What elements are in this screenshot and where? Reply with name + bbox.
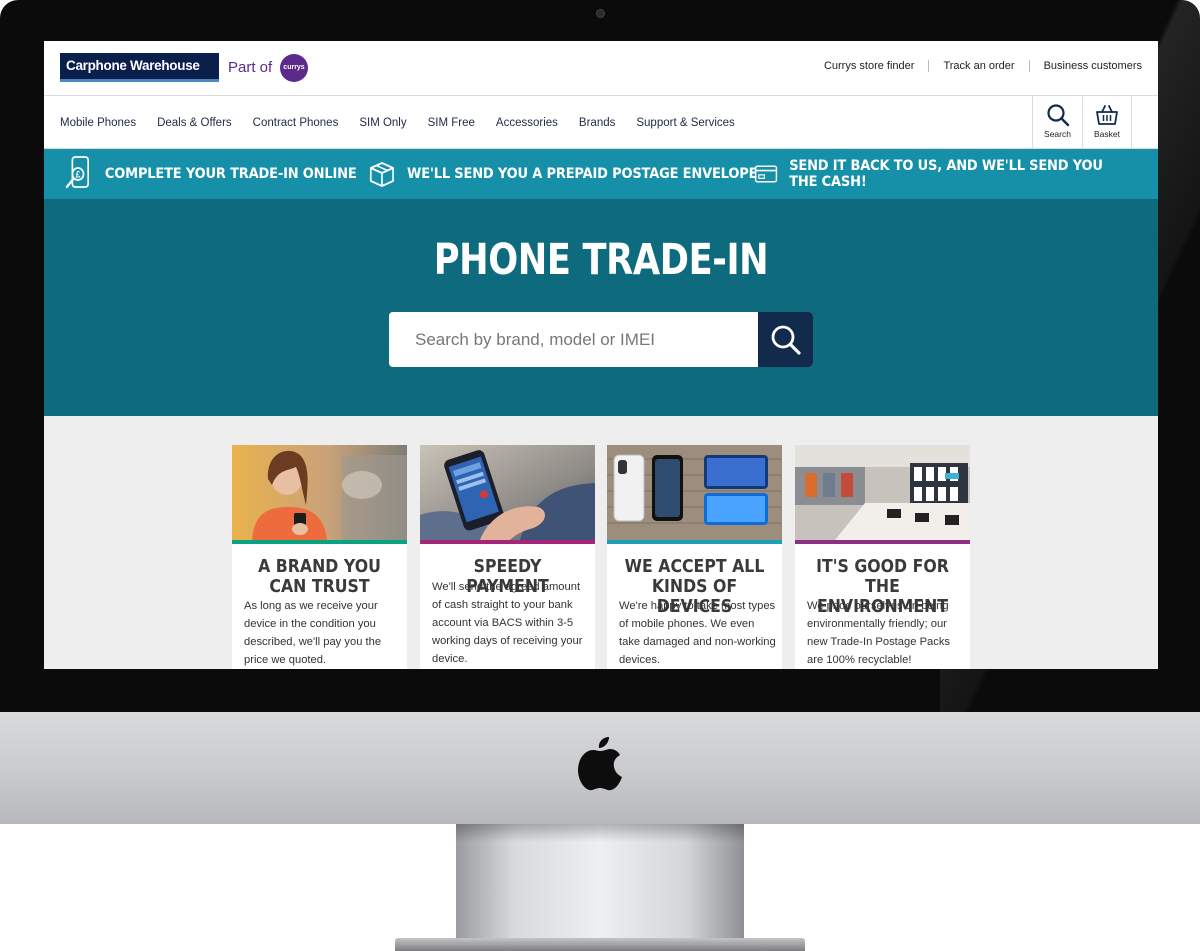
screen: Carphone Warehouse Part of currys Currys… — [44, 41, 1158, 669]
search-button[interactable] — [758, 312, 813, 367]
stand-shadow — [456, 824, 744, 842]
card-body: We're happy to take most types of mobile… — [619, 600, 776, 666]
nav-items: Mobile Phones Deals & Offers Contract Ph… — [60, 96, 756, 149]
basket-label: Basket — [1094, 129, 1120, 139]
card-accent-bar — [232, 540, 407, 544]
nav-item-deals-offers[interactable]: Deals & Offers — [157, 117, 232, 129]
business-customers-link[interactable]: Business customers — [1030, 60, 1142, 72]
step-1-text: COMPLETE YOUR TRADE-IN ONLINE — [104, 166, 357, 182]
search-icon — [1046, 104, 1069, 127]
card-body: We pride ourselves on being environmenta… — [807, 600, 951, 666]
basket-icon — [1096, 105, 1118, 125]
nav-basket-button[interactable]: Basket — [1082, 96, 1132, 149]
search-input[interactable] — [389, 312, 758, 367]
monitor-stand — [456, 824, 744, 951]
nav-item-accessories[interactable]: Accessories — [496, 117, 558, 129]
nav-item-support-services[interactable]: Support & Services — [636, 117, 734, 129]
store-interior-image — [795, 445, 970, 540]
nav-item-contract-phones[interactable]: Contract Phones — [253, 117, 339, 129]
card-body: As long as we receive your device in the… — [244, 600, 382, 666]
nav-item-mobile-phones[interactable]: Mobile Phones — [60, 117, 136, 129]
benefit-card-payment: SPEEDY PAYMENT We'll send the agreed amo… — [420, 445, 595, 669]
card-accent-bar — [795, 540, 970, 544]
search-label: Search — [1044, 129, 1071, 139]
trade-in-steps: £ COMPLETE YOUR TRADE-IN ONLINE WE'LL SE… — [44, 149, 1158, 199]
nav-search-button[interactable]: Search — [1032, 96, 1082, 149]
top-bar: Carphone Warehouse Part of currys Currys… — [44, 41, 1158, 96]
main-nav: Mobile Phones Deals & Offers Contract Ph… — [44, 96, 1158, 149]
step-send-back: SEND IT BACK TO US, AND WE'LL SEND YOU T… — [754, 149, 1130, 199]
step-2-text: WE'LL SEND YOU A PREPAID POSTAGE ENVELOP… — [407, 166, 758, 182]
brand-name: Carphone Warehouse — [66, 58, 200, 73]
assorted-phones-image — [607, 445, 782, 540]
part-of-label: Part of — [228, 59, 273, 76]
card-body: We'll send the agreed amount of cash str… — [432, 581, 583, 665]
currys-logo[interactable]: currys — [280, 54, 308, 82]
nav-item-brands[interactable]: Brands — [579, 117, 615, 129]
payment-card-icon — [754, 165, 778, 183]
hand-holding-phone-image — [420, 445, 595, 540]
nav-item-sim-only[interactable]: SIM Only — [359, 117, 406, 129]
page-title: PHONE TRADE-IN — [433, 235, 769, 285]
search-icon — [771, 325, 801, 355]
track-order-link[interactable]: Track an order — [929, 60, 1028, 72]
card-accent-bar — [607, 540, 782, 544]
trade-in-search — [389, 312, 813, 367]
top-links: Currys store finder Track an order Busin… — [810, 60, 1142, 72]
card-accent-bar — [420, 540, 595, 544]
monitor-base — [395, 938, 805, 951]
box-icon — [369, 162, 394, 187]
hero-banner: PHONE TRADE-IN — [44, 199, 1158, 416]
woman-with-phone-image — [232, 445, 407, 540]
nav-item-sim-free[interactable]: SIM Free — [428, 117, 475, 129]
store-finder-link[interactable]: Currys store finder — [810, 60, 928, 72]
benefits-section: A BRAND YOU CAN TRUST As long as we rece… — [44, 416, 1158, 669]
camera-icon — [596, 9, 605, 18]
benefit-card-trust: A BRAND YOU CAN TRUST As long as we rece… — [232, 445, 407, 669]
step-postage-envelope: WE'LL SEND YOU A PREPAID POSTAGE ENVELOP… — [368, 149, 757, 199]
carphone-warehouse-logo[interactable]: Carphone Warehouse — [60, 53, 219, 82]
card-title: A BRAND YOU CAN TRUST — [258, 557, 381, 597]
svg-text:£: £ — [76, 169, 81, 179]
imac-frame: Carphone Warehouse Part of currys Currys… — [0, 0, 1200, 951]
step-3-text: SEND IT BACK TO US, AND WE'LL SEND YOU T… — [789, 158, 1103, 190]
phone-search-icon: £ — [65, 156, 90, 189]
step-complete-online: £ COMPLETE YOUR TRADE-IN ONLINE — [64, 149, 357, 199]
benefit-card-devices: WE ACCEPT ALL KINDS OF DEVICES We're hap… — [607, 445, 782, 669]
benefit-card-environment: IT'S GOOD FOR THE ENVIRONMENT We pride o… — [795, 445, 970, 669]
apple-logo-icon — [578, 737, 622, 791]
